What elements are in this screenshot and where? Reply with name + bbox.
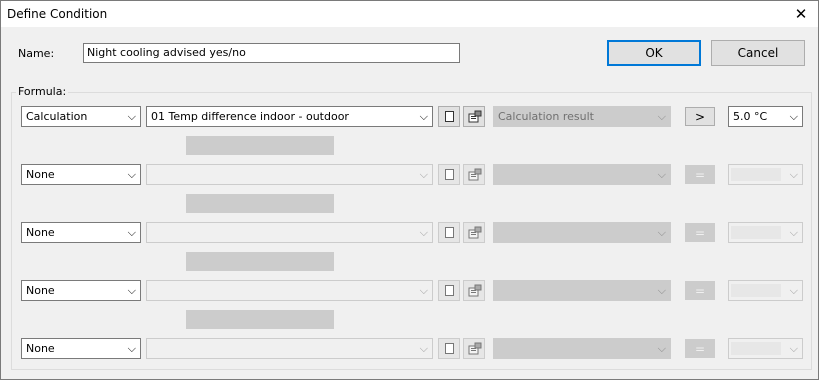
row2-value-field: [731, 168, 781, 181]
row3-value-field: [731, 226, 781, 239]
row2-item-select[interactable]: ⌵: [146, 164, 433, 185]
window-title: Define Condition: [7, 7, 108, 21]
row3-result-select[interactable]: ⌵: [493, 222, 671, 243]
new-document-icon: [445, 111, 454, 122]
row4-item-select[interactable]: ⌵: [146, 280, 433, 301]
close-icon: ✕: [794, 5, 808, 23]
row4-result-select[interactable]: ⌵: [493, 280, 671, 301]
chevron-down-icon: ⌵: [789, 226, 798, 239]
row4-type-select[interactable]: None ⌵: [21, 280, 141, 301]
define-condition-dialog: Define Condition ✕ Name: Night cooling a…: [0, 0, 819, 380]
row5-type-select[interactable]: None ⌵: [21, 338, 141, 359]
row3-item-select[interactable]: ⌵: [146, 222, 433, 243]
row5-value-select[interactable]: ⌵: [728, 338, 803, 359]
row1-operator-button[interactable]: >: [685, 107, 715, 126]
new-document-icon: [445, 169, 454, 180]
chevron-down-icon: ⌵: [419, 226, 428, 239]
title-bar: Define Condition ✕: [1, 1, 818, 27]
row1-type-value: Calculation: [26, 110, 88, 123]
row4-subfield: [186, 310, 334, 329]
row2-operator-button[interactable]: =: [685, 165, 715, 184]
name-input[interactable]: Night cooling advised yes/no: [83, 43, 460, 63]
row4-value-select[interactable]: ⌵: [728, 280, 803, 301]
row5-operator-button[interactable]: =: [685, 339, 715, 358]
row5-new-button[interactable]: [438, 338, 460, 359]
row1-new-button[interactable]: [438, 106, 460, 127]
chevron-down-icon: ⌵: [127, 342, 136, 355]
chevron-down-icon: ⌵: [789, 110, 798, 123]
row1-result-value: Calculation result: [498, 110, 594, 123]
row5-type-value: None: [26, 342, 55, 355]
properties-icon: [468, 284, 482, 297]
chevron-down-icon: ⌵: [657, 226, 666, 239]
row4-properties-button[interactable]: [463, 280, 485, 301]
chevron-down-icon: ⌵: [127, 226, 136, 239]
chevron-down-icon: ⌵: [419, 110, 428, 123]
chevron-down-icon: ⌵: [657, 284, 666, 297]
row4-type-value: None: [26, 284, 55, 297]
row1-item-value: 01 Temp difference indoor - outdoor: [151, 110, 349, 123]
row3-subfield: [186, 252, 334, 271]
chevron-down-icon: ⌵: [789, 284, 798, 297]
row1-type-select[interactable]: Calculation ⌵: [21, 106, 141, 127]
row4-value-field: [731, 284, 781, 297]
chevron-down-icon: ⌵: [127, 168, 136, 181]
cancel-button[interactable]: Cancel: [711, 40, 805, 66]
properties-icon: [468, 168, 482, 181]
chevron-down-icon: ⌵: [419, 168, 428, 181]
formula-label: Formula:: [16, 85, 69, 98]
row3-operator-button[interactable]: =: [685, 223, 715, 242]
row4-operator-button[interactable]: =: [685, 281, 715, 300]
row2-type-select[interactable]: None ⌵: [21, 164, 141, 185]
name-label: Name:: [18, 47, 55, 60]
chevron-down-icon: ⌵: [127, 110, 136, 123]
new-document-icon: [445, 285, 454, 296]
row3-value-select[interactable]: ⌵: [728, 222, 803, 243]
row2-result-select[interactable]: ⌵: [493, 164, 671, 185]
chevron-down-icon: ⌵: [657, 110, 666, 123]
row5-properties-button[interactable]: [463, 338, 485, 359]
chevron-down-icon: ⌵: [657, 168, 666, 181]
chevron-down-icon: ⌵: [789, 168, 798, 181]
properties-icon: [468, 226, 482, 239]
properties-icon: [468, 110, 482, 123]
row2-subfield: [186, 194, 334, 213]
row3-properties-button[interactable]: [463, 222, 485, 243]
row2-type-value: None: [26, 168, 55, 181]
row1-properties-button[interactable]: [463, 106, 485, 127]
row5-result-select[interactable]: ⌵: [493, 338, 671, 359]
chevron-down-icon: ⌵: [789, 342, 798, 355]
new-document-icon: [445, 343, 454, 354]
row5-value-field: [731, 342, 781, 355]
properties-icon: [468, 342, 482, 355]
chevron-down-icon: ⌵: [419, 284, 428, 297]
chevron-down-icon: ⌵: [127, 284, 136, 297]
row2-new-button[interactable]: [438, 164, 460, 185]
row1-item-select[interactable]: 01 Temp difference indoor - outdoor ⌵: [146, 106, 433, 127]
row4-new-button[interactable]: [438, 280, 460, 301]
row3-type-value: None: [26, 226, 55, 239]
row2-properties-button[interactable]: [463, 164, 485, 185]
row1-result-select[interactable]: Calculation result ⌵: [493, 106, 671, 127]
row1-subfield: [186, 136, 334, 155]
row3-type-select[interactable]: None ⌵: [21, 222, 141, 243]
new-document-icon: [445, 227, 454, 238]
chevron-down-icon: ⌵: [419, 342, 428, 355]
row5-item-select[interactable]: ⌵: [146, 338, 433, 359]
row1-value-select[interactable]: 5.0 °C ⌵: [728, 106, 803, 127]
row3-new-button[interactable]: [438, 222, 460, 243]
row1-value: 5.0 °C: [733, 110, 768, 123]
chevron-down-icon: ⌵: [657, 342, 666, 355]
row2-value-select[interactable]: ⌵: [728, 164, 803, 185]
close-button[interactable]: ✕: [784, 1, 818, 27]
ok-button[interactable]: OK: [607, 40, 701, 66]
